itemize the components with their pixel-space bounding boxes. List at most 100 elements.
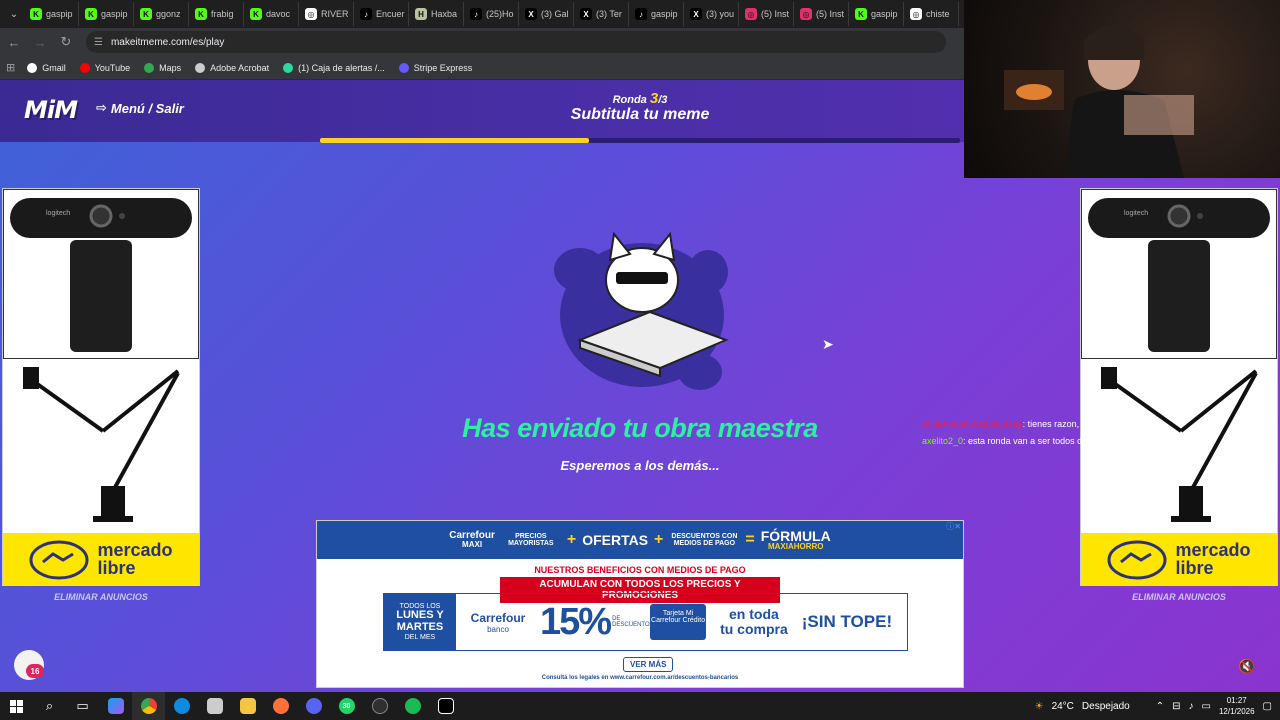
volume-icon[interactable]: ♪	[1189, 701, 1194, 712]
windows-start-icon[interactable]	[0, 692, 33, 720]
search-icon[interactable]: ⌕	[33, 692, 66, 720]
waiting-text: Esperemos a los demás...	[560, 458, 720, 473]
bookmark-item[interactable]: Gmail	[27, 62, 66, 73]
browser-tab[interactable]: Kgaspip	[24, 2, 79, 26]
browser-tab[interactable]: ♪ (25)Ho	[464, 2, 519, 26]
browser-tab[interactable]: ◎ (5) Inst	[739, 2, 794, 26]
stream-chat-overlay: AlmaAbdominalBlandita1: tienes razon, lo…	[922, 416, 1116, 450]
legal-text: Consultá los legales en www.carrefour.co…	[541, 675, 739, 681]
bookmark-favicon-icon	[27, 62, 38, 73]
reload-icon[interactable]: ↻	[54, 30, 78, 54]
discount-percent: 15%	[540, 600, 612, 643]
store-icon[interactable]	[198, 692, 231, 720]
discord-icon[interactable]	[297, 692, 330, 720]
discount-label: DE DESCUENTO	[612, 616, 650, 628]
firefox-icon[interactable]	[264, 692, 297, 720]
edge-icon[interactable]	[165, 692, 198, 720]
bookmark-item[interactable]: Adobe Acrobat	[195, 62, 269, 73]
battery-icon[interactable]: ▭	[1202, 701, 1211, 712]
forward-arrow-icon[interactable]: →	[28, 30, 52, 54]
bookmark-favicon-icon	[144, 62, 155, 73]
ver-mas-button[interactable]: VER MÁS	[623, 657, 674, 672]
bookmark-label: Stripe Express	[413, 62, 473, 73]
browser-tab[interactable]: H Haxba	[409, 2, 464, 26]
carrefour-banco-logo: Carrefour banco	[470, 610, 526, 634]
round-prefix: Ronda	[612, 94, 647, 106]
apps-grid-icon[interactable]: ⊞	[6, 61, 15, 74]
browser-tab[interactable]: Kfrabig	[189, 2, 244, 26]
bookmark-label: Gmail	[42, 62, 66, 73]
weather-condition: Despejado	[1081, 700, 1130, 712]
browser-tab[interactable]: Kdavoc	[244, 2, 299, 26]
temperature: 24°C	[1051, 700, 1074, 712]
remove-ads-link-right[interactable]: ELIMINAR ANUNCIOS	[1080, 592, 1278, 602]
notifications-icon[interactable]: ▢	[1263, 701, 1272, 712]
tab-favicon-icon: ♪	[635, 8, 647, 20]
tab-favicon-icon: X	[580, 8, 592, 20]
tab-favicon-icon: ◎	[800, 8, 812, 20]
cam-brand: logitech	[1124, 210, 1149, 217]
browser-tab[interactable]: Kggonz	[134, 2, 189, 26]
browser-tab[interactable]: X (3) you	[684, 2, 739, 26]
tab-label: RIVER	[321, 9, 349, 19]
browser-tab[interactable]: ◎ (5) Inst	[794, 2, 849, 26]
days-badge: TODOS LOS LUNES Y MARTES DEL MES	[384, 594, 456, 650]
site-info-icon[interactable]: ☰	[94, 37, 103, 48]
mouse-pointer-icon: ➤	[822, 336, 834, 352]
task-view-icon[interactable]: ▭	[66, 692, 99, 720]
tab-label: Encuer	[376, 9, 405, 19]
tab-favicon-icon: K	[195, 8, 207, 20]
url-text: makeitmeme.com/es/play	[110, 36, 225, 48]
bookmark-label: Maps	[159, 62, 182, 73]
browser-tab[interactable]: X (3) Ter	[574, 2, 629, 26]
right-side-ad[interactable]: ⓘ✕ logitech mercadolibre	[1080, 188, 1278, 586]
browser-tab[interactable]: ♪ gaspip	[629, 2, 684, 26]
bookmark-item[interactable]: Stripe Express	[398, 62, 473, 73]
tab-label: frabig	[211, 9, 234, 19]
copilot-icon[interactable]	[99, 692, 132, 720]
browser-tab[interactable]: X (3) Gal	[519, 2, 574, 26]
spotify-icon[interactable]	[396, 692, 429, 720]
browser-tab[interactable]: Kgaspip	[849, 2, 904, 26]
precios-label: PRECIOS MAYORISTAS	[508, 533, 554, 547]
tab-favicon-icon: ◎	[745, 8, 757, 20]
back-arrow-icon[interactable]: ←	[2, 30, 26, 54]
network-icon[interactable]: ⊟	[1172, 701, 1180, 712]
bookmark-favicon-icon	[79, 62, 90, 73]
remove-ads-link-left[interactable]: ELIMINAR ANUNCIOS	[2, 592, 200, 602]
ml-line1: mercado	[97, 540, 173, 561]
tab-search-icon[interactable]: ⌄	[4, 4, 24, 24]
whole-purchase-label: en toda tu compra	[720, 606, 788, 637]
file-explorer-icon[interactable]	[231, 692, 264, 720]
browser-tab[interactable]: ♪ Encuer	[354, 2, 409, 26]
bookmark-label: (1) Caja de alertas /...	[298, 62, 385, 73]
cat-keyboard-mascot	[554, 231, 729, 390]
plus-sign: +	[566, 531, 577, 548]
browser-tab[interactable]: ◎ RIVER	[299, 2, 354, 26]
discount-offer-box: TODOS LOS LUNES Y MARTES DEL MES Carrefo…	[383, 593, 908, 651]
chrome-icon[interactable]	[132, 692, 165, 720]
mercado-libre-banner: mercado libre	[3, 533, 199, 586]
capcut-icon[interactable]	[429, 692, 462, 720]
whatsapp-icon[interactable]: 30	[330, 692, 363, 720]
url-input[interactable]: ☰ makeitmeme.com/es/play	[86, 31, 946, 53]
browser-tab[interactable]: ◎ chiste	[904, 2, 959, 26]
ml-line2: libre	[1175, 557, 1214, 578]
browser-tab[interactable]: Kgaspip	[79, 2, 134, 26]
carrefour-ad[interactable]: ⓘ✕ Carrefour MAXI PRECIOS MAYORISTAS + OF…	[316, 520, 964, 688]
tab-label: gaspip	[101, 9, 128, 19]
obs-icon[interactable]	[363, 692, 396, 720]
bookmark-item[interactable]: Maps	[144, 62, 182, 73]
bookmark-item[interactable]: YouTube	[79, 62, 130, 73]
streamer-webcam-overlay	[964, 0, 1280, 178]
left-side-ad[interactable]: ⓘ✕ logitech mercadolibre	[2, 188, 200, 586]
bookmark-item[interactable]: (1) Caja de alertas /...	[283, 62, 385, 73]
ad-choices-icon[interactable]: ⓘ✕	[946, 521, 961, 532]
mute-speaker-icon[interactable]: 🔇	[1238, 658, 1255, 675]
tab-label: Haxba	[431, 9, 458, 19]
clock[interactable]: 01:27 12/1/2026	[1219, 695, 1255, 717]
tray-chevron-icon[interactable]: ⌃	[1156, 701, 1164, 712]
tab-favicon-icon: K	[140, 8, 152, 20]
tab-favicon-icon: X	[525, 8, 537, 20]
handshake-icon	[29, 540, 89, 579]
